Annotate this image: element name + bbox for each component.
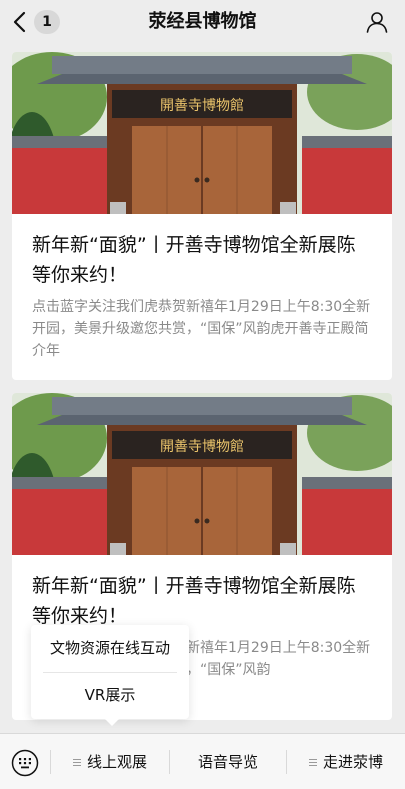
submenu-indicator-icon <box>308 757 317 768</box>
unread-count-badge[interactable]: 1 <box>34 10 60 34</box>
temple-sign-text: 開善寺博物館 <box>160 97 244 114</box>
submenu-indicator-icon <box>72 757 81 768</box>
nav-bar: 1 荥经县博物馆 <box>0 0 405 44</box>
menu-audio-guide[interactable]: 语音导览 <box>170 734 286 789</box>
menu-online-exhibition[interactable]: 线上观展 <box>51 734 169 789</box>
submenu-popup: 文物资源在线互动 VR展示 <box>31 625 189 726</box>
keyboard-toggle-button[interactable] <box>0 734 50 789</box>
bottom-menu-bar: 线上观展 语音导览 走进荥博 <box>0 733 405 789</box>
submenu-item-online-interaction[interactable]: 文物资源在线互动 <box>31 625 189 672</box>
article-cover-image[interactable]: 開善寺博物館 <box>12 52 392 214</box>
temple-sign-text: 開善寺博物館 <box>160 438 244 455</box>
menu-label: 走进荥博 <box>322 753 383 771</box>
article-title[interactable]: 新年新“面貌”丨开善寺博物馆全新展陈等你来约！ <box>32 571 372 631</box>
submenu-item-vr-exhibition[interactable]: VR展示 <box>31 672 189 719</box>
article-card[interactable]: 開善寺博物館 新年新“面貌”丨开善寺博物馆全新展陈等你来约！ 点击蓝字关注我们虎… <box>12 52 392 380</box>
user-icon <box>366 12 388 33</box>
menu-label: 线上观展 <box>86 753 147 771</box>
article-cover-image[interactable]: 開善寺博物館 <box>12 393 392 555</box>
chevron-left-icon <box>13 11 26 33</box>
back-button[interactable] <box>10 10 30 34</box>
article-title[interactable]: 新年新“面貌”丨开善寺博物馆全新展陈等你来约！ <box>32 230 372 290</box>
profile-button[interactable] <box>365 10 389 34</box>
menu-about-museum[interactable]: 走进荥博 <box>287 734 405 789</box>
page-title: 荥经县博物馆 <box>148 11 257 32</box>
menu-label: 语音导览 <box>197 753 258 771</box>
article-summary: 点击蓝字关注我们虎恭贺新禧年1月29日上午8:30全新开园，美景升级邀您共赏，“… <box>32 299 371 359</box>
keyboard-icon <box>11 749 39 777</box>
